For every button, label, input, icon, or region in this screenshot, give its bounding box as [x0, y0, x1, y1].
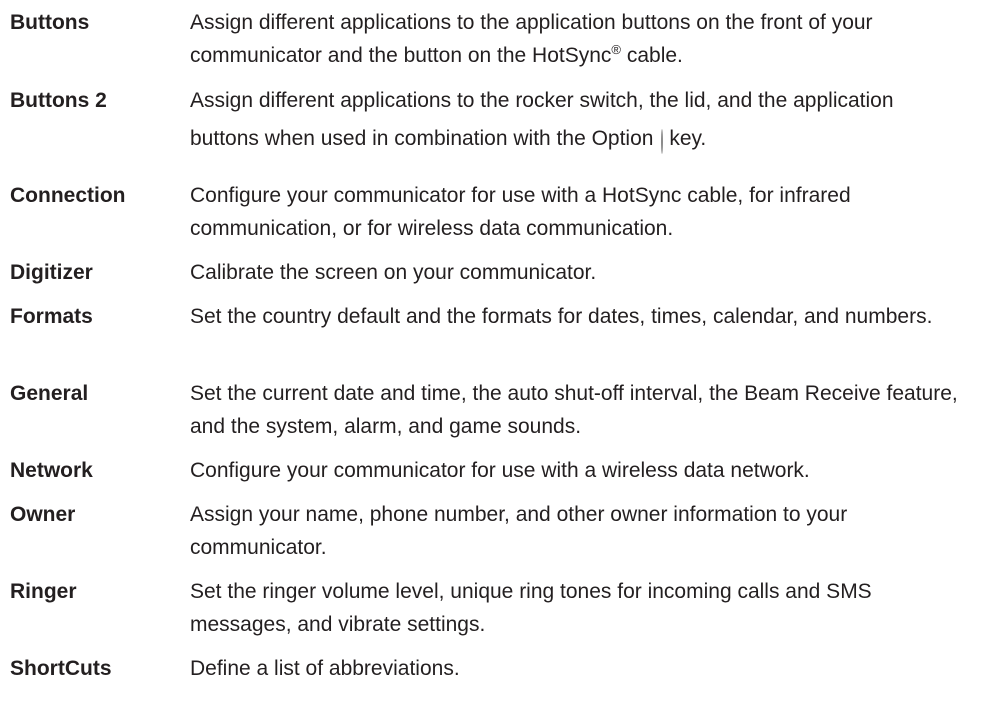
option-key-icon: [661, 129, 664, 154]
term-digitizer: Digitizer: [10, 261, 93, 284]
preferences-definition-list: Buttons Assign different applications to…: [0, 0, 987, 720]
description-owner: Assign your name, phone number, and othe…: [190, 503, 848, 559]
description-buttons: Assign different applications to the app…: [190, 6, 960, 72]
registered-mark: ®: [611, 42, 622, 57]
description-buttons-2: Assign different applications to the roc…: [190, 82, 960, 161]
description-buttons-text-end: cable.: [621, 44, 683, 67]
description-connection: Configure your communicator for use with…: [190, 184, 851, 240]
description-general: Set the current date and time, the auto …: [190, 382, 958, 438]
description-buttons-text: Assign different applications to the app…: [190, 11, 873, 67]
term-network: Network: [10, 459, 93, 482]
description-formats: Set the country default and the formats …: [190, 305, 933, 328]
description-digitizer: Calibrate the screen on your communicato…: [190, 261, 597, 284]
term-general: General: [10, 382, 89, 405]
description-ringer: Set the ringer volume level, unique ring…: [190, 580, 872, 636]
description-shortcuts: Define a list of abbreviations.: [190, 657, 460, 680]
term-owner: Owner: [10, 503, 76, 526]
term-shortcuts: ShortCuts: [10, 657, 112, 680]
term-buttons: Buttons: [10, 11, 90, 34]
term-connection: Connection: [10, 184, 126, 207]
term-buttons-2: Buttons 2: [10, 89, 107, 112]
description-buttons-2-text-end: key.: [669, 127, 707, 150]
term-formats: Formats: [10, 305, 93, 328]
description-network: Configure your communicator for use with…: [190, 459, 810, 482]
description-buttons-2-text: Assign different applications to the roc…: [190, 89, 894, 150]
term-ringer: Ringer: [10, 580, 77, 603]
